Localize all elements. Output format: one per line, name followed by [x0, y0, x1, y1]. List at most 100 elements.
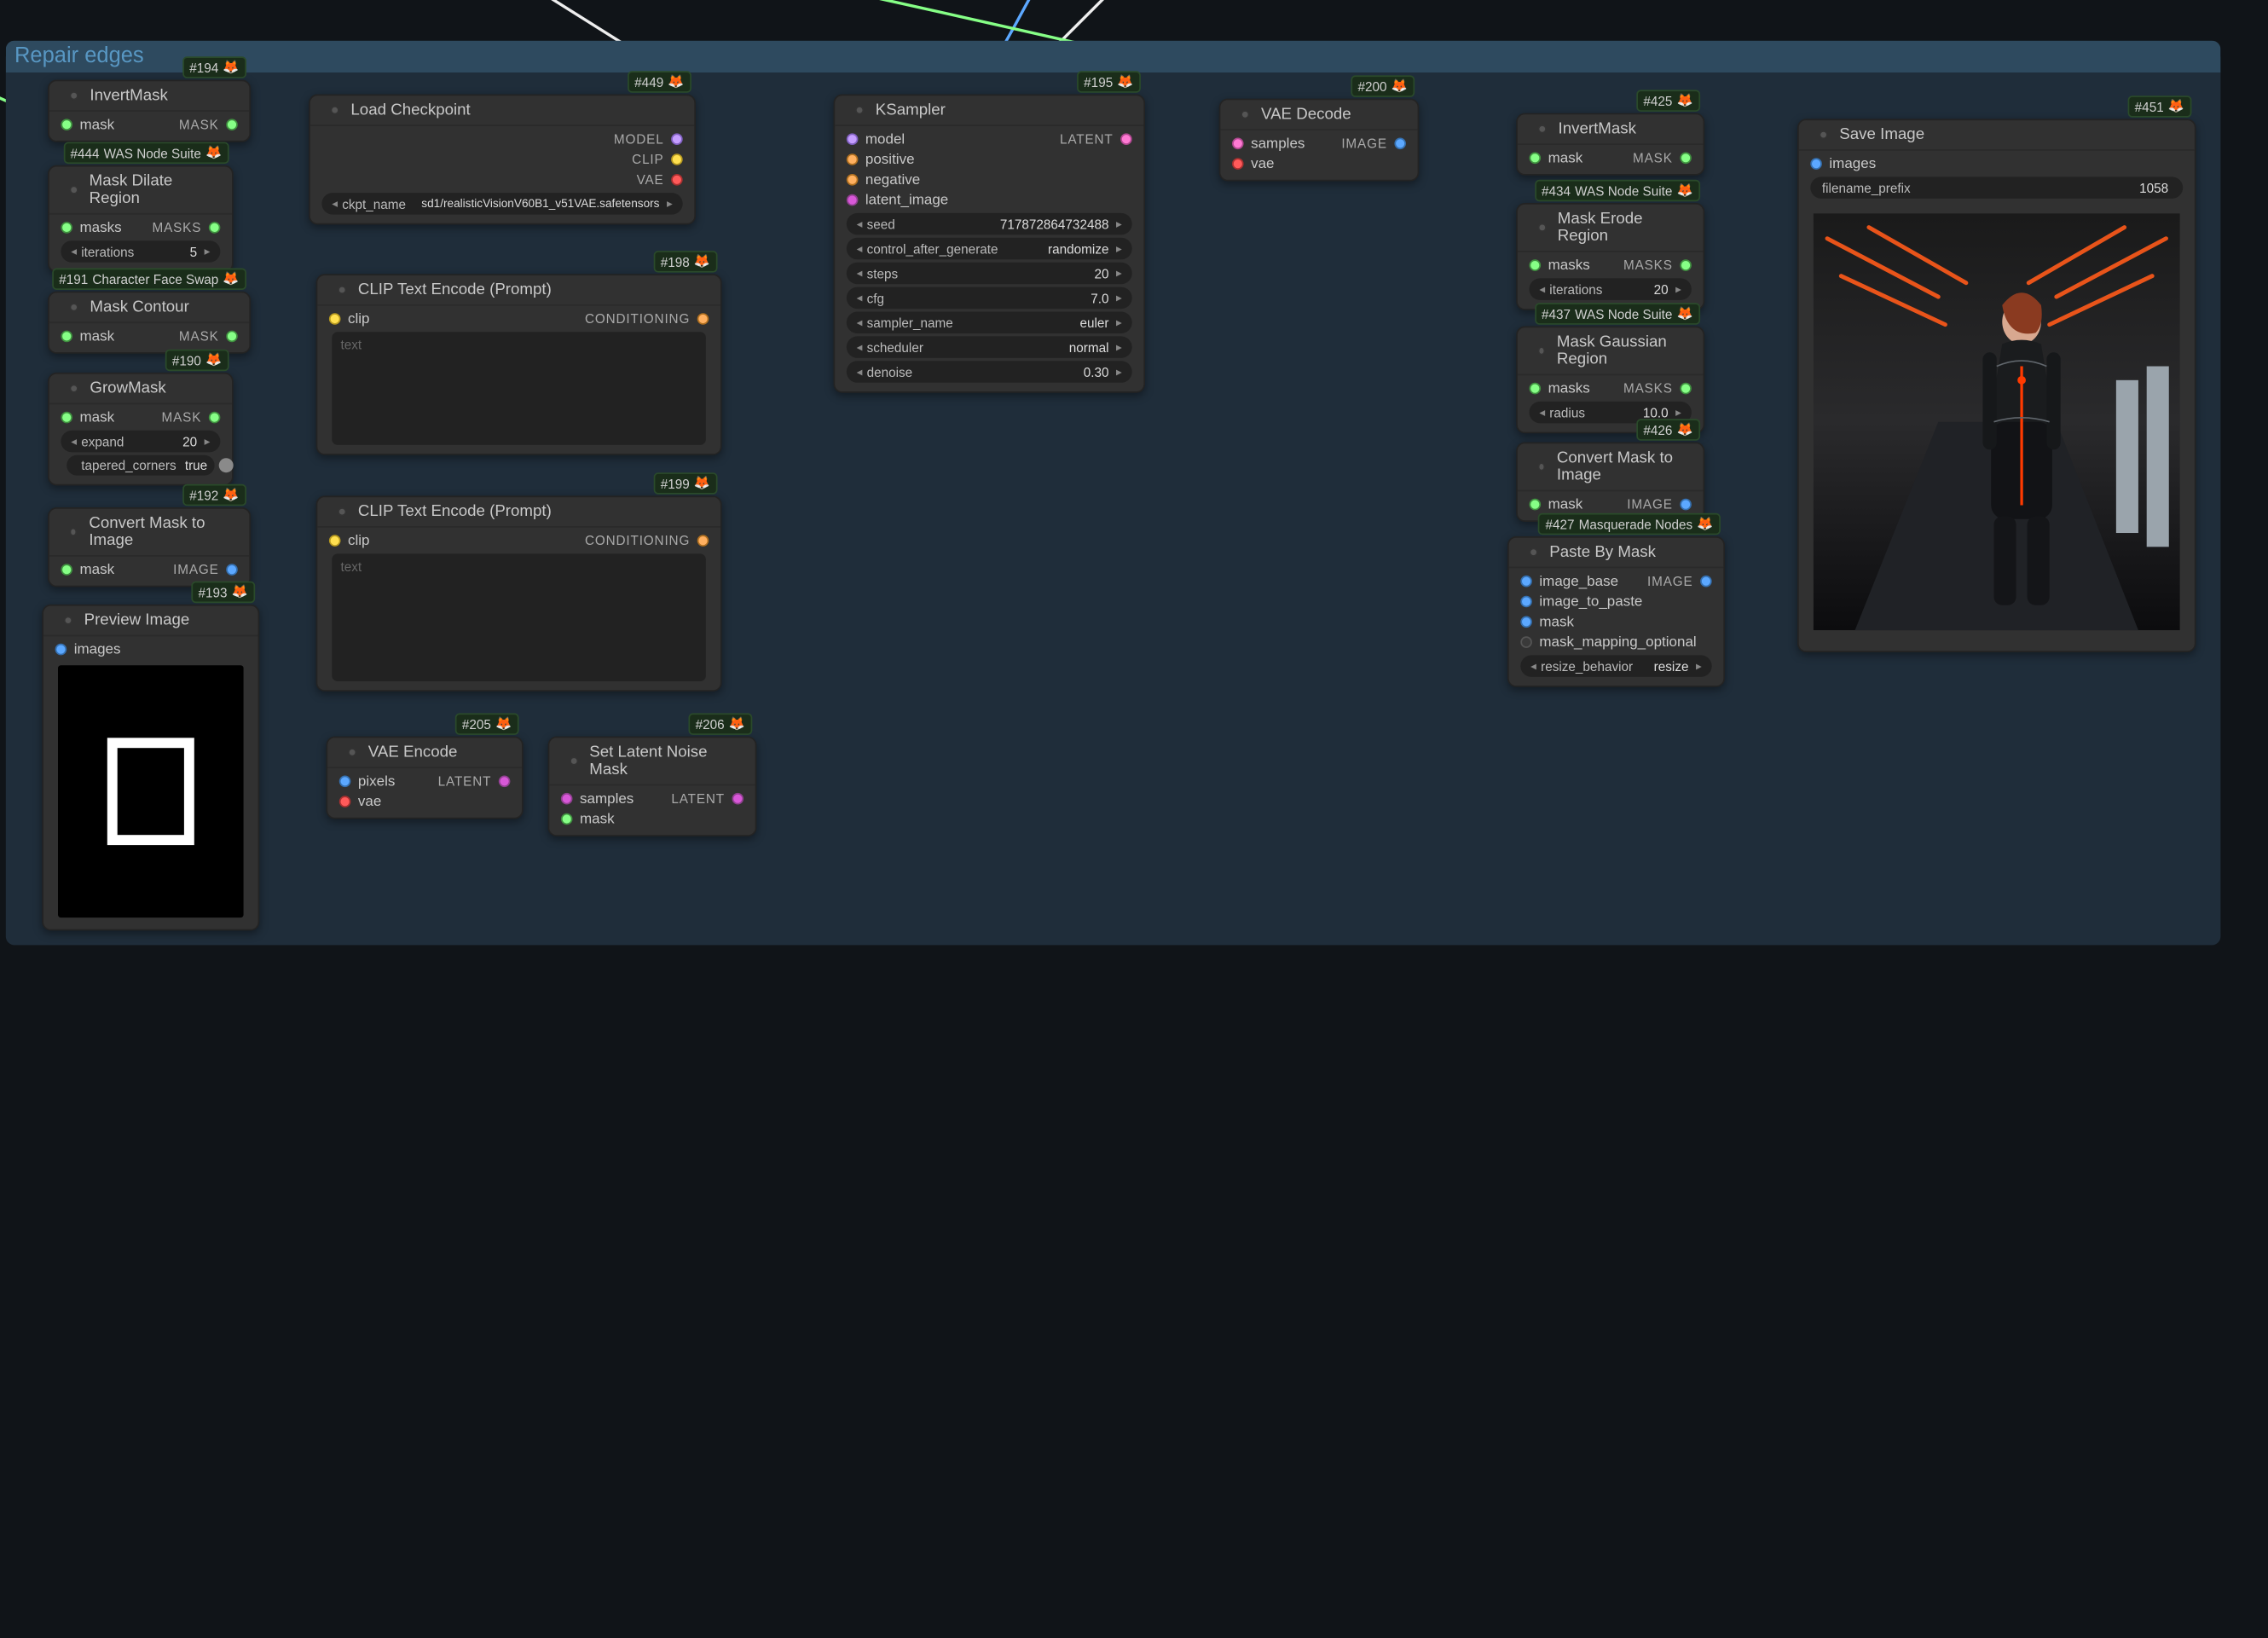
- fox-icon: 🦊: [694, 476, 710, 492]
- fox-icon: 🦊: [1677, 422, 1693, 438]
- node-invertmask-1[interactable]: #194🦊 InvertMask mask MASK: [48, 80, 251, 142]
- fox-icon: 🦊: [232, 584, 248, 600]
- node-ksampler[interactable]: #195🦊 KSampler model LATENT positive neg…: [834, 95, 1146, 393]
- node-mask-contour[interactable]: #191Character Face Swap🦊 Mask Contour ma…: [48, 292, 251, 354]
- node-badge: #198🦊: [653, 251, 717, 273]
- node-badge: #205🦊: [454, 713, 518, 735]
- node-badge: #193🦊: [191, 582, 255, 604]
- node-title: GrowMask: [90, 379, 165, 396]
- node-title: Save Image: [1839, 126, 1924, 143]
- widget-seed[interactable]: ◂seed717872864732488▸: [847, 213, 1132, 234]
- widget-tapered-corners[interactable]: tapered_corners true: [67, 455, 214, 476]
- node-title: KSampler: [876, 101, 946, 119]
- node-title: Mask Contour: [90, 298, 188, 315]
- node-clip-text-encode-1[interactable]: #198🦊 CLIP Text Encode (Prompt) clip CON…: [316, 274, 722, 454]
- node-mask-erode-region[interactable]: #434WAS Node Suite🦊 Mask Erode Region ma…: [1516, 203, 1704, 310]
- node-vae-decode[interactable]: #200🦊 VAE Decode samples IMAGE vae: [1219, 99, 1420, 182]
- widget-denoise[interactable]: ◂denoise0.30▸: [847, 361, 1132, 383]
- node-title: Mask Erode Region: [1558, 211, 1683, 246]
- node-badge: #434WAS Node Suite🦊: [1535, 180, 1701, 202]
- fox-icon: 🦊: [205, 352, 222, 368]
- node-badge: #437WAS Node Suite🦊: [1535, 303, 1701, 325]
- fox-icon: 🦊: [668, 74, 684, 90]
- arrow-right-icon[interactable]: ▸: [203, 245, 211, 258]
- fox-icon: 🦊: [1697, 516, 1713, 532]
- fox-icon: 🦊: [495, 716, 512, 732]
- node-title: VAE Decode: [1261, 106, 1351, 123]
- widget-ckpt-name[interactable]: ◂ ckpt_name sd1/realisticVisionV60B1_v51…: [321, 193, 682, 215]
- node-preview-image[interactable]: #193🦊 Preview Image images: [42, 605, 259, 931]
- node-invertmask-2[interactable]: #425🦊 InvertMask mask MASK: [1516, 113, 1704, 176]
- node-badge: #194🦊: [182, 56, 246, 78]
- node-title: InvertMask: [90, 87, 167, 104]
- fox-icon: 🦊: [223, 487, 239, 503]
- fox-icon: 🦊: [2168, 99, 2184, 115]
- widget-steps[interactable]: ◂steps20▸: [847, 263, 1132, 285]
- fox-icon: 🦊: [205, 145, 222, 161]
- node-badge: #444WAS Node Suite🦊: [63, 142, 229, 165]
- node-badge: #426🦊: [1636, 419, 1700, 440]
- node-clip-text-encode-2[interactable]: #199🦊 CLIP Text Encode (Prompt) clip CON…: [316, 495, 722, 692]
- node-title: Set Latent Noise Mask: [589, 744, 735, 778]
- save-image-thumb: [1814, 205, 2180, 640]
- node-mask-gaussian-region[interactable]: #437WAS Node Suite🦊 Mask Gaussian Region…: [1516, 327, 1704, 434]
- node-convert-mask-to-image-1[interactable]: #192🦊 Convert Mask to Image mask IMAGE: [48, 507, 251, 587]
- widget-iterations[interactable]: ◂iterations20▸: [1530, 278, 1692, 300]
- node-set-latent-noise-mask[interactable]: #206🦊 Set Latent Noise Mask samples LATE…: [548, 737, 757, 836]
- node-title: Mask Dilate Region: [90, 172, 212, 207]
- widget-iterations[interactable]: ◂ iterations 5 ▸: [61, 240, 220, 263]
- node-badge: #199🦊: [653, 472, 717, 495]
- node-badge: #425🦊: [1636, 90, 1700, 112]
- widget-sampler-name[interactable]: ◂sampler_nameeuler▸: [847, 312, 1132, 334]
- node-title: Convert Mask to Image: [89, 515, 229, 550]
- preview-image-thumb: [58, 665, 244, 917]
- fox-icon: 🦊: [1677, 306, 1693, 322]
- fox-icon: 🦊: [223, 60, 239, 76]
- widget-cfg[interactable]: ◂cfg7.0▸: [847, 287, 1132, 310]
- node-badge: #449🦊: [628, 71, 691, 93]
- node-badge: #195🦊: [1077, 71, 1141, 93]
- node-title: CLIP Text Encode (Prompt): [358, 503, 552, 520]
- node-save-image[interactable]: #451🦊 Save Image images filename_prefix …: [1797, 119, 2196, 652]
- widget-scheduler[interactable]: ◂schedulernormal▸: [847, 336, 1132, 358]
- mask-preview-icon: [107, 738, 194, 845]
- fox-icon: 🦊: [1677, 93, 1693, 109]
- node-paste-by-mask[interactable]: #427Masquerade Nodes🦊 Paste By Mask imag…: [1507, 536, 1725, 687]
- fox-icon: 🦊: [1117, 74, 1133, 90]
- fox-icon: 🦊: [694, 254, 710, 270]
- arrow-left-icon[interactable]: ◂: [331, 197, 339, 210]
- node-badge: #451🦊: [2127, 96, 2191, 117]
- generated-image-icon: [1814, 205, 2180, 640]
- fox-icon: 🦊: [223, 271, 239, 287]
- arrow-left-icon[interactable]: ◂: [70, 435, 78, 448]
- node-badge: #206🦊: [688, 713, 752, 735]
- node-badge: #190🦊: [165, 350, 229, 372]
- node-mask-dilate-region[interactable]: #444WAS Node Suite🦊 Mask Dilate Region m…: [48, 165, 234, 273]
- node-convert-mask-to-image-2[interactable]: #426🦊 Convert Mask to Image mask IMAGE: [1516, 443, 1704, 523]
- widget-resize-behavior[interactable]: ◂resize_behaviorresize▸: [1520, 655, 1711, 677]
- node-growmask[interactable]: #190🦊 GrowMask mask MASK ◂ expand 20 ▸ t…: [48, 373, 234, 486]
- arrow-right-icon[interactable]: ▸: [665, 197, 674, 210]
- group-title: Repair edges: [14, 43, 144, 68]
- node-title: Convert Mask to Image: [1557, 449, 1683, 484]
- node-title: Paste By Mask: [1549, 544, 1656, 561]
- fox-icon: 🦊: [1677, 182, 1693, 199]
- node-title: Load Checkpoint: [350, 101, 470, 119]
- arrow-left-icon[interactable]: ◂: [70, 245, 78, 258]
- widget-expand[interactable]: ◂ expand 20 ▸: [61, 431, 220, 453]
- widget-control-after-generate[interactable]: ◂control_after_generaterandomize▸: [847, 238, 1132, 260]
- arrow-right-icon[interactable]: ▸: [203, 435, 211, 448]
- node-badge: #192🦊: [182, 484, 246, 506]
- node-title: VAE Encode: [368, 744, 458, 761]
- node-vae-encode[interactable]: #205🦊 VAE Encode pixels LATENT vae: [327, 737, 524, 819]
- widget-filename-prefix[interactable]: filename_prefix 1058: [1810, 177, 2183, 199]
- widget-prompt-text[interactable]: text: [332, 332, 706, 445]
- node-title: InvertMask: [1559, 120, 1636, 137]
- node-badge: #191Character Face Swap🦊: [52, 269, 246, 291]
- node-load-checkpoint[interactable]: #449🦊 Load Checkpoint MODEL CLIP VAE ◂ c…: [309, 95, 696, 225]
- node-title: Preview Image: [84, 611, 190, 628]
- widget-prompt-text[interactable]: text: [332, 553, 706, 681]
- node-title: CLIP Text Encode (Prompt): [358, 281, 552, 298]
- fox-icon: 🦊: [1391, 78, 1408, 95]
- node-badge: #200🦊: [1351, 75, 1415, 97]
